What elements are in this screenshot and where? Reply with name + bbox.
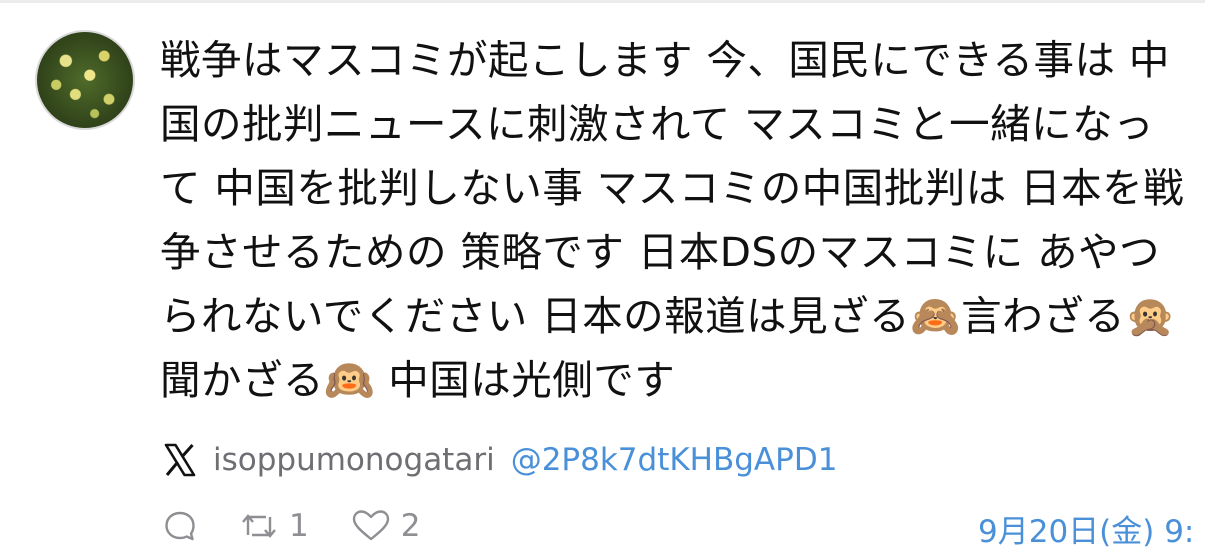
like-count: 2 [400, 508, 421, 544]
repost-count: 1 [289, 508, 309, 544]
reply-button[interactable] [163, 509, 197, 543]
avatar[interactable] [35, 30, 135, 130]
post-timestamp[interactable]: 9月20日(金) 9: [978, 506, 1205, 551]
post-card: 戦争はマスコミが起こします 今、国民にできる事は 中国の批判ニュースに刺激されて… [0, 0, 1205, 556]
post-body-text: 戦争はマスコミが起こします 今、国民にできる事は 中国の批判ニュースに刺激されて… [160, 36, 1185, 404]
repost-icon [239, 509, 279, 543]
x-logo-icon [163, 443, 197, 477]
repost-button[interactable]: 1 [239, 508, 309, 544]
heart-icon [351, 509, 391, 543]
like-button[interactable]: 2 [351, 508, 421, 544]
action-bar: 1 2 [163, 504, 462, 548]
top-divider [0, 0, 1205, 3]
reply-bubble-icon [163, 509, 197, 543]
author-username[interactable]: isoppumonogatari [213, 442, 495, 478]
post-source: isoppumonogatari @2P8k7dtKHBgAPD1 [163, 438, 837, 482]
author-handle[interactable]: @2P8k7dtKHBgAPD1 [511, 442, 838, 478]
